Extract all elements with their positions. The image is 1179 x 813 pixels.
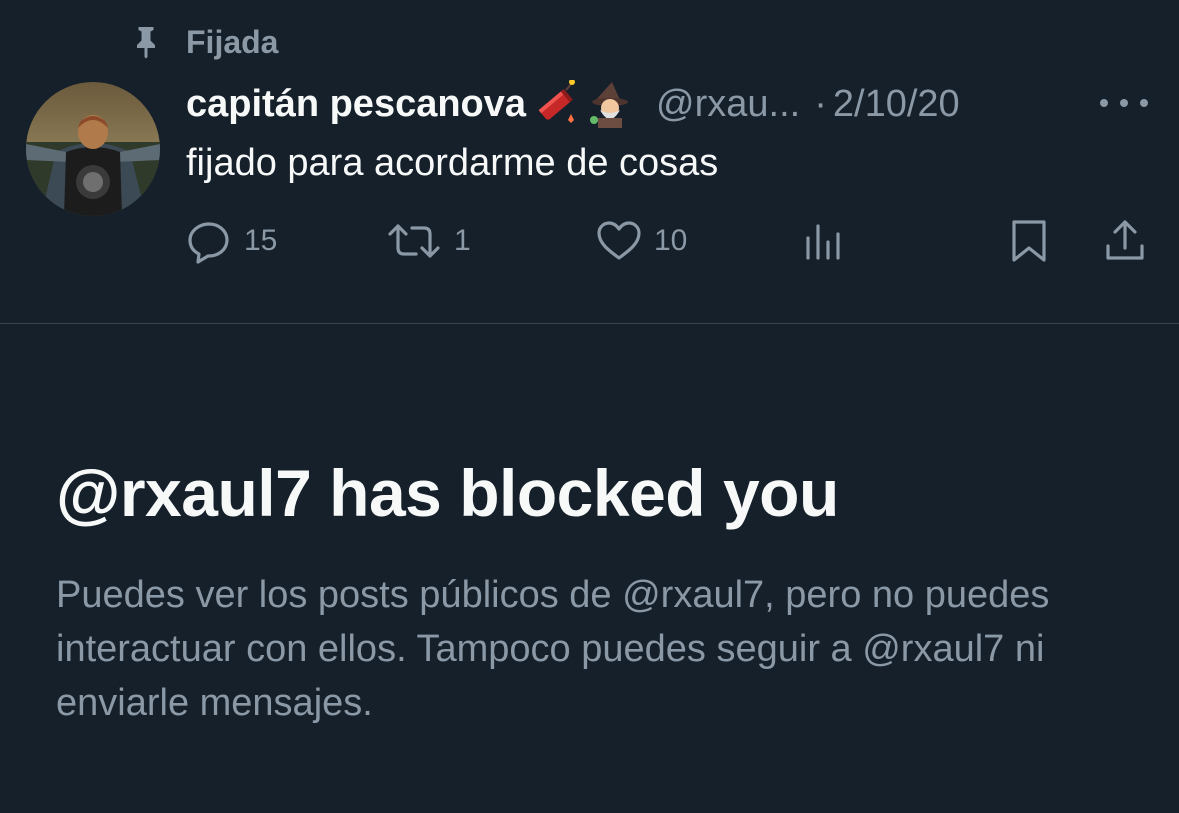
tweet-text: fijado para acordarme de cosas	[186, 142, 719, 184]
like-count: 10	[654, 224, 688, 257]
bookmark-button[interactable]	[1004, 216, 1054, 266]
pinned-indicator: Fijada	[128, 20, 278, 64]
analytics-button[interactable]	[800, 216, 850, 266]
divider	[0, 323, 1179, 324]
bookmark-icon	[1012, 220, 1046, 262]
blocked-description: Puedes ver los posts públicos de @rxaul7…	[56, 574, 1050, 724]
tweet-header: capitán pescanova @rxau... · 2/10/20	[186, 76, 960, 132]
pin-icon	[137, 27, 155, 59]
like-button[interactable]: 10	[594, 216, 687, 266]
author-name[interactable]: capitán pescanova	[186, 83, 526, 126]
share-button[interactable]	[1100, 216, 1150, 266]
reply-icon	[188, 222, 229, 264]
firecracker-emoji	[532, 80, 580, 128]
more-options-icon[interactable]	[1100, 86, 1148, 120]
pinned-label: Fijada	[186, 23, 279, 60]
retweet-count: 1	[454, 224, 471, 257]
heart-icon	[597, 221, 641, 260]
author-handle[interactable]: @rxau...	[656, 83, 800, 126]
analytics-icon	[806, 224, 840, 260]
reply-count: 15	[244, 224, 278, 257]
header-separator: ·	[814, 82, 827, 125]
tweet-date[interactable]: 2/10/20	[833, 83, 960, 126]
retweet-button[interactable]: 1	[384, 216, 471, 266]
reply-button[interactable]: 15	[184, 216, 277, 266]
profile-page: Fijada capitán pescanova @rxau... · 2/10…	[0, 0, 1179, 813]
blocked-title: @rxaul7 has blocked you	[56, 456, 839, 530]
retweet-icon	[388, 224, 440, 258]
avatar[interactable]	[26, 82, 160, 216]
share-icon	[1106, 220, 1144, 260]
mage-emoji	[586, 80, 634, 128]
